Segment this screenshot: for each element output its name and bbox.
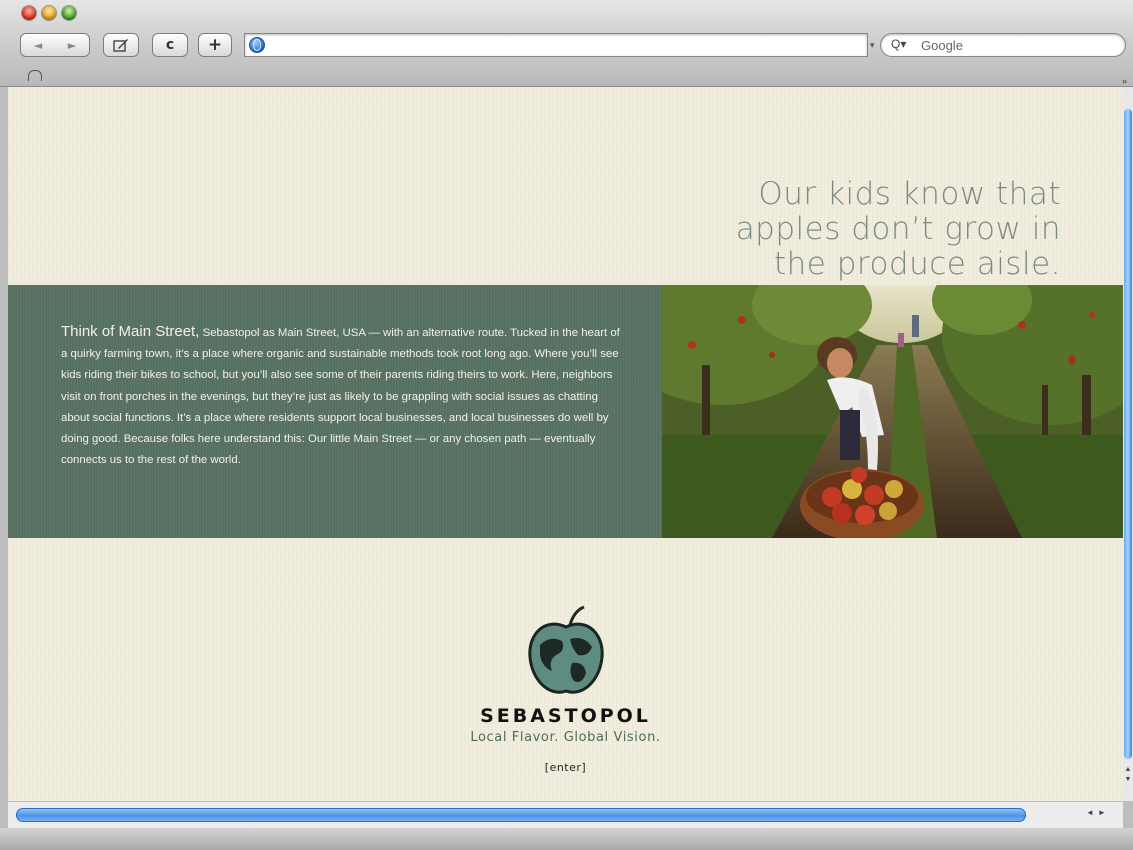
reload-icon: c — [165, 37, 175, 53]
plus-icon: + — [207, 35, 223, 55]
zoom-window-button[interactable] — [62, 6, 76, 20]
window-bottom-bar — [0, 828, 1133, 850]
url-dropdown-icon[interactable]: ▾ — [870, 40, 875, 51]
vertical-scrollbar[interactable]: ▲ ▼ — [1123, 87, 1133, 801]
reload-button[interactable]: c — [152, 33, 188, 57]
tagline: Local Flavor. Global Vision. — [470, 730, 661, 745]
orchard-photo-illustration — [662, 285, 1123, 538]
search-placeholder: Google — [921, 38, 963, 53]
logo-block: SEBASTOPOL Local Flavor. Global Vision. … — [8, 605, 1123, 776]
minimize-window-button[interactable] — [42, 6, 56, 20]
enter-link[interactable]: [enter] — [545, 761, 586, 774]
bookmarks-icon[interactable] — [28, 70, 42, 81]
headline: Our kids know that apples don’t grow in … — [736, 177, 1061, 282]
search-input[interactable]: Q▾ Google — [880, 33, 1126, 57]
back-forward-buttons[interactable]: ◄ ► — [20, 33, 90, 57]
brand-name: SEBASTOPOL — [480, 705, 651, 727]
forward-icon[interactable]: ► — [68, 39, 76, 52]
horizontal-scroll-arrows[interactable]: ◄► — [1086, 808, 1110, 817]
page-viewport: Our kids know that apples don’t grow in … — [8, 87, 1123, 801]
add-bookmark-button[interactable]: + — [198, 33, 232, 57]
apple-globe-icon — [527, 605, 604, 694]
globe-icon — [249, 37, 265, 53]
headline-line-1: Our kids know that — [758, 176, 1061, 212]
vertical-scroll-thumb[interactable] — [1124, 109, 1132, 759]
girl-picking-apples-photo — [662, 285, 1123, 538]
intro-text: Think of Main Street, Sebastopol as Main… — [61, 321, 621, 471]
close-window-button[interactable] — [22, 6, 36, 20]
edit-page-button[interactable] — [103, 33, 139, 57]
intro-lead: Think of Main Street, — [61, 323, 200, 340]
browser-toolbar: ◄ ► c + ▾ Q▾ Google » — [0, 0, 1133, 87]
pencil-icon — [113, 39, 128, 52]
more-bookmarks-icon[interactable]: » — [1122, 76, 1127, 86]
headline-line-3: the produce aisle. — [773, 246, 1061, 282]
horizontal-scroll-thumb[interactable] — [16, 808, 1026, 822]
headline-line-2: apples don’t grow in — [735, 211, 1061, 247]
address-bar[interactable] — [244, 33, 868, 57]
search-icon[interactable]: Q▾ — [891, 37, 906, 51]
intro-body: Sebastopol as Main Street, USA — with an… — [61, 327, 620, 467]
horizontal-scrollbar[interactable]: ◄► — [8, 801, 1123, 828]
back-icon[interactable]: ◄ — [34, 39, 42, 52]
intro-band: Think of Main Street, Sebastopol as Main… — [8, 285, 662, 538]
vertical-scroll-arrows[interactable]: ▲ ▼ — [1123, 765, 1133, 785]
